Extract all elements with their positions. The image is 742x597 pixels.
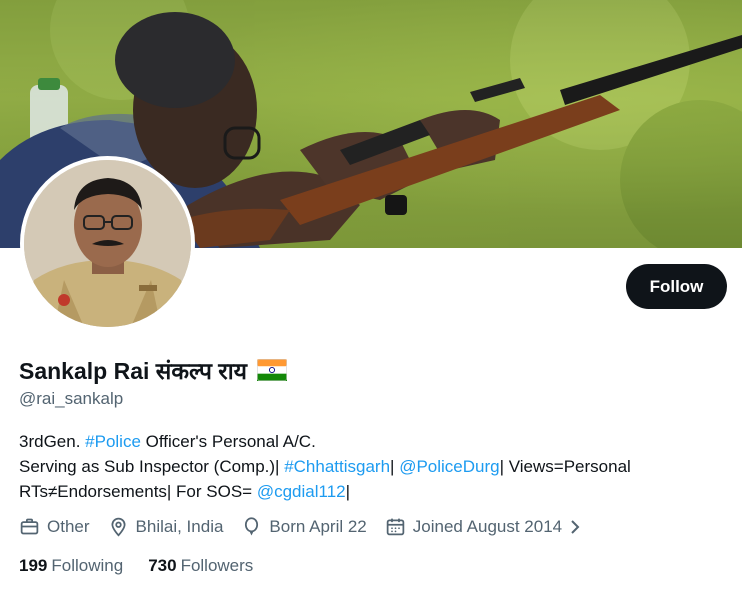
bio-line-3: RTs≠Endorsements| For SOS= @cgdial112| — [19, 479, 719, 504]
bio-text: Serving as Sub Inspector (Comp.)| — [19, 457, 285, 476]
follow-button[interactable]: Follow — [626, 264, 727, 309]
briefcase-icon — [20, 518, 39, 535]
balloon-icon — [245, 517, 259, 536]
location-text: Bhilai, India — [135, 516, 224, 536]
bio-text: 3rdGen. — [19, 432, 86, 451]
bio-line-1: 3rdGen. #Police Officer's Personal A/C. — [19, 429, 719, 454]
profile-bio: 3rdGen. #Police Officer's Personal A/C. … — [19, 429, 719, 504]
birthday-text: Born April 22 — [269, 516, 367, 536]
category-item: Other — [19, 516, 90, 537]
profile-handle: @rai_sankalp — [19, 389, 124, 408]
location-pin-icon — [111, 517, 126, 537]
calendar-icon — [386, 518, 405, 536]
chevron-right-icon — [571, 519, 580, 534]
hashtag-link[interactable]: #Police — [85, 432, 141, 451]
profile-name-row: Sankalp Rai संकल्प राय — [19, 354, 288, 386]
joined-text: Joined August 2014 — [412, 516, 563, 536]
mention-link[interactable]: @cgdial112 — [257, 482, 346, 501]
followers-count: 730 — [148, 556, 177, 575]
bio-text: | — [345, 482, 351, 501]
hashtag-link[interactable]: #Chhattisgarh — [284, 457, 390, 476]
birthday-item: Born April 22 — [241, 516, 367, 537]
avatar-image — [24, 160, 191, 327]
followers-label: Followers — [180, 556, 254, 575]
bio-text: RTs≠Endorsements| For SOS= — [19, 482, 257, 501]
followers-link[interactable]: 730 Followers — [148, 556, 253, 576]
following-label: Following — [51, 556, 124, 575]
profile-meta: Other Bhilai, India Born April 22 Joined… — [19, 516, 607, 537]
location-item: Bhilai, India — [108, 516, 224, 537]
following-link[interactable]: 199 Following — [19, 556, 123, 576]
bio-text: | Views=Personal — [499, 457, 631, 476]
joined-item[interactable]: Joined August 2014 — [385, 516, 589, 537]
category-text: Other — [47, 516, 90, 536]
display-name: Sankalp Rai संकल्प राय — [19, 358, 248, 384]
profile-stats: 199 Following 730 Followers — [19, 556, 278, 576]
mention-link[interactable]: @PoliceDurg — [399, 457, 499, 476]
avatar[interactable] — [20, 156, 195, 331]
india-flag-icon — [257, 359, 288, 381]
following-count: 199 — [19, 556, 48, 575]
bio-text: Officer's Personal A/C. — [140, 432, 316, 451]
bio-text: | — [390, 457, 400, 476]
bio-line-2: Serving as Sub Inspector (Comp.)| #Chhat… — [19, 454, 719, 479]
